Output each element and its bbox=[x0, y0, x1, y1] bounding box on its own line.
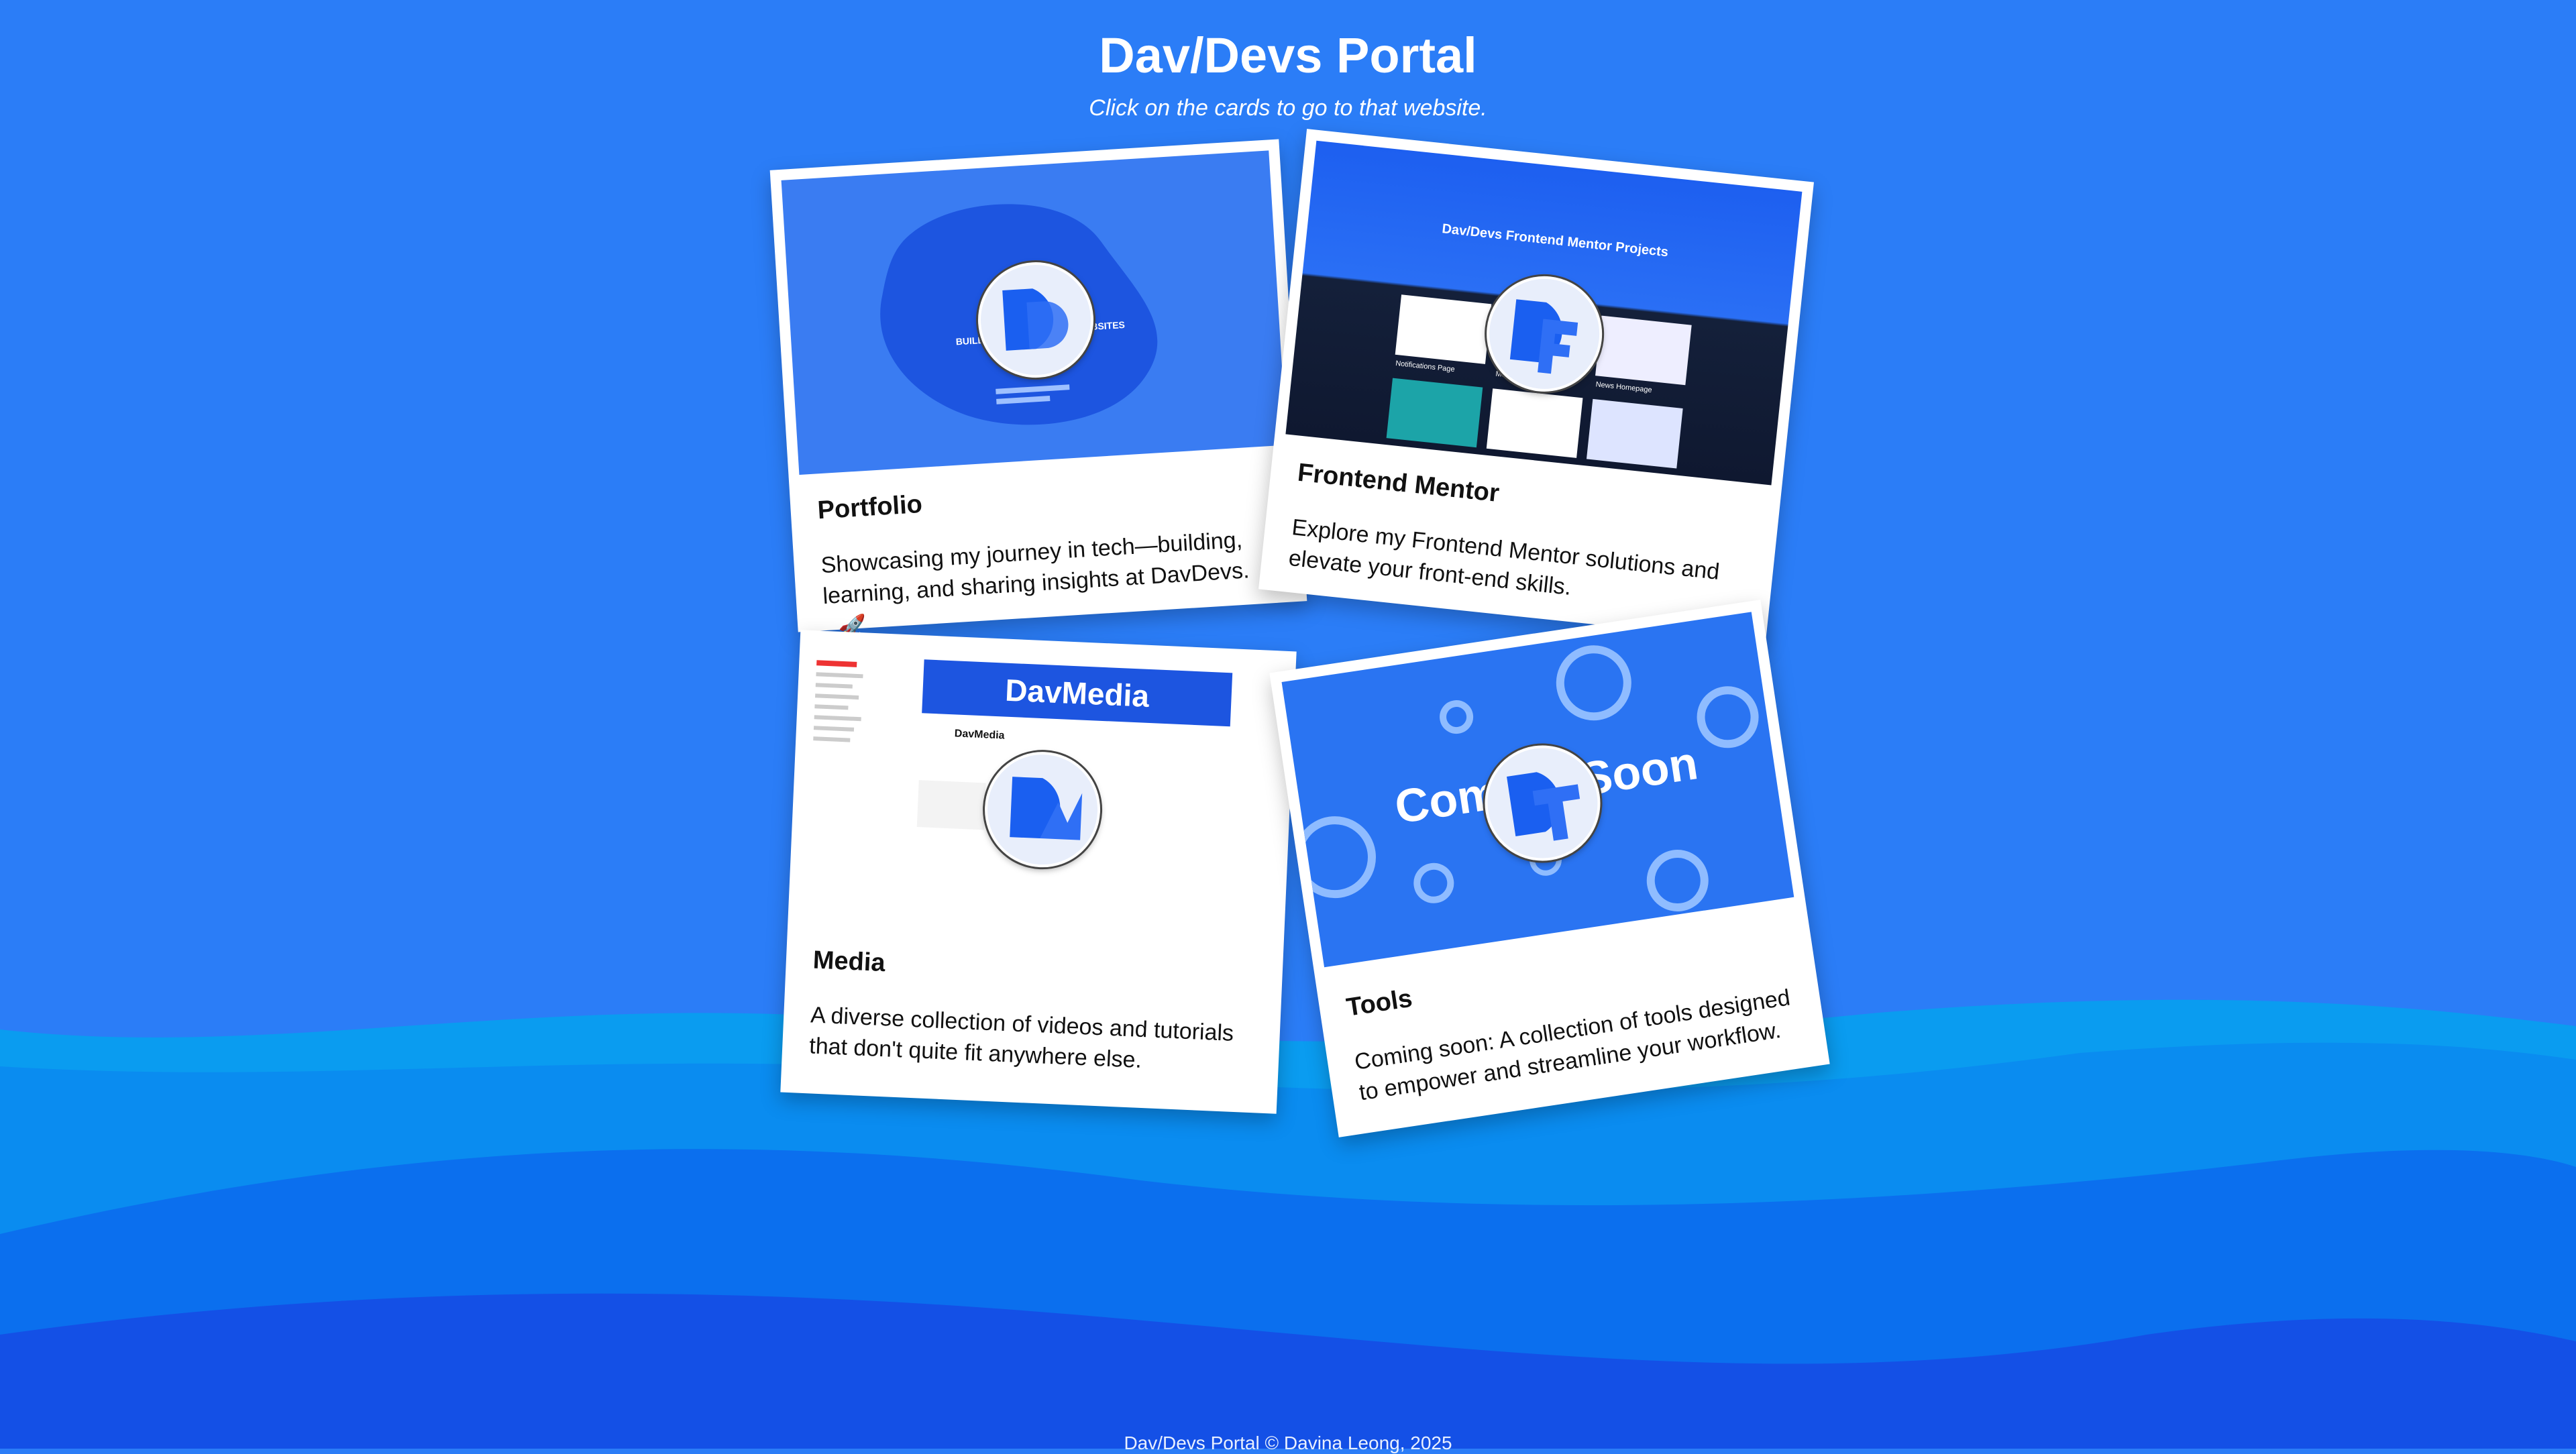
media-banner: DavMedia bbox=[922, 659, 1233, 727]
frontend-mentor-preview: Dav/Devs Frontend Mentor Projects Notifi… bbox=[1285, 140, 1803, 486]
tools-preview: Coming Soon bbox=[1281, 612, 1794, 968]
card-media[interactable]: DavMedia DavMedia Media A diverse collec… bbox=[780, 630, 1297, 1114]
card-description: A diverse collection of videos and tutor… bbox=[808, 1002, 1234, 1073]
card-frontend-mentor[interactable]: Dav/Devs Frontend Mentor Projects Notifi… bbox=[1258, 129, 1814, 642]
frontend-mentor-preview-heading: Dav/Devs Frontend Mentor Projects bbox=[1441, 221, 1669, 260]
media-channel-name: DavMedia bbox=[954, 728, 1005, 742]
card-title: Tools bbox=[1344, 984, 1414, 1022]
preview-tile bbox=[1386, 378, 1483, 448]
page-subtitle: Click on the cards to go to that website… bbox=[1089, 95, 1487, 121]
card-tools[interactable]: Coming Soon Tools Coming soon: A collect… bbox=[1269, 600, 1830, 1137]
preview-sidebar bbox=[805, 655, 877, 926]
preview-tile bbox=[1486, 388, 1583, 458]
preview-tile bbox=[1586, 398, 1683, 469]
card-description: Showcasing my journey in tech—building, … bbox=[820, 526, 1250, 610]
preview-tile bbox=[1595, 315, 1692, 386]
media-preview: DavMedia DavMedia bbox=[798, 640, 1286, 957]
preview-tile-label: Notifications Page bbox=[1395, 359, 1456, 374]
card-title: Frontend Mentor bbox=[1296, 458, 1501, 508]
page-title: Dav/Devs Portal bbox=[1099, 27, 1477, 83]
media-banner-text: DavMedia bbox=[1004, 672, 1150, 714]
card-portfolio[interactable]: BUILDING WEBSITES Portfolio Showcasing m… bbox=[769, 139, 1307, 641]
df-logo-icon bbox=[1481, 270, 1608, 398]
preview-tile bbox=[1395, 294, 1492, 364]
dm-logo-icon bbox=[982, 749, 1103, 870]
dav-logo-icon bbox=[974, 258, 1097, 382]
footer-text: Dav/Devs Portal © Davina Leong, 2025 bbox=[1124, 1433, 1452, 1453]
dt-logo-icon bbox=[1477, 737, 1609, 869]
portfolio-preview: BUILDING WEBSITES bbox=[781, 150, 1287, 476]
video-thumbnail bbox=[916, 780, 986, 830]
card-title: Media bbox=[812, 946, 886, 978]
card-title: Portfolio bbox=[816, 490, 923, 525]
preview-tile-label: News Homepage bbox=[1595, 380, 1653, 395]
